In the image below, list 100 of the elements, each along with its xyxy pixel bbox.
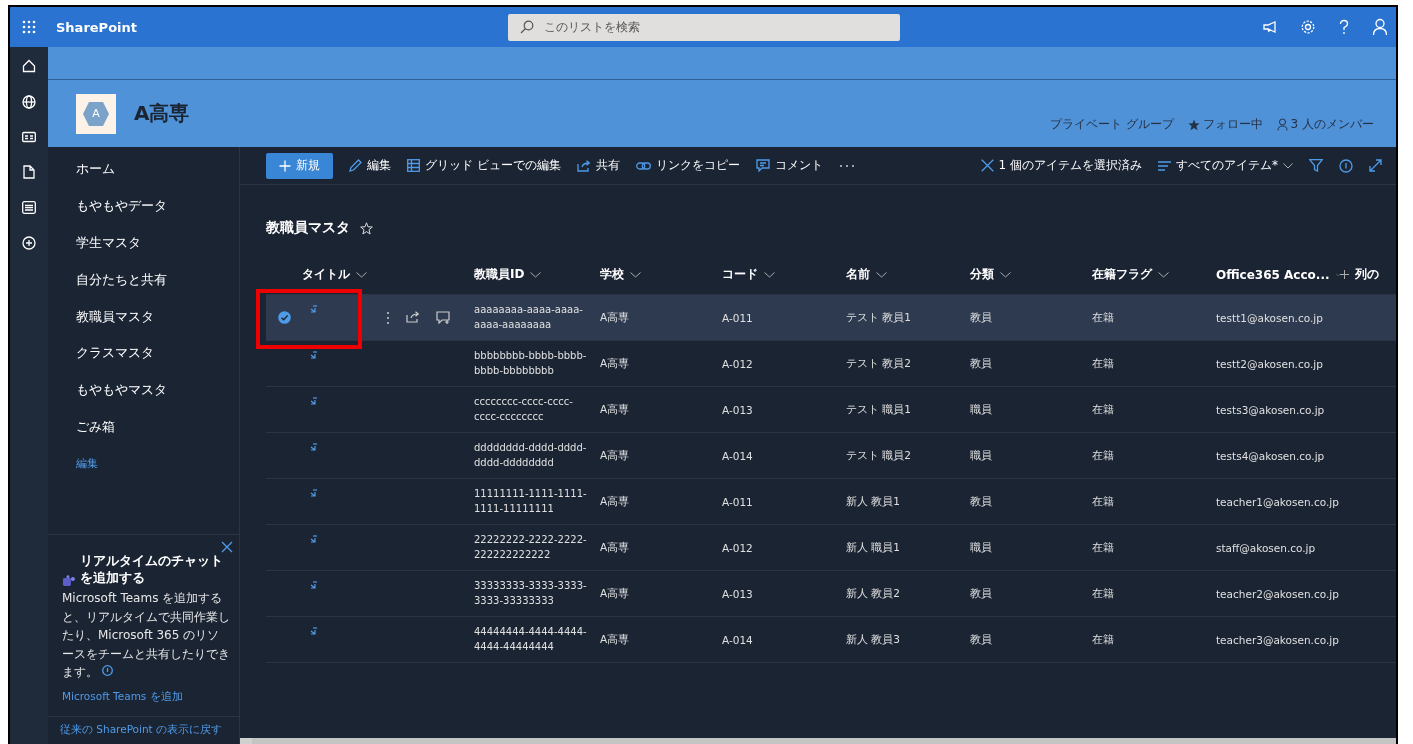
table-cell-text: テスト 教員1 <box>846 310 913 325</box>
table-cell-text: bbbbbbbb-bbbb-bbbb-bbbb-bbbbbbbb <box>474 349 588 378</box>
column-header[interactable]: 学校 <box>600 266 722 283</box>
nav-item[interactable]: 学生マスタ <box>76 224 239 262</box>
table-cell-text: 在籍 <box>1092 494 1115 509</box>
news-icon[interactable] <box>22 131 36 143</box>
column-header[interactable]: コード <box>722 266 846 283</box>
table-row[interactable]: 22222222-2222-2222-222222222222 A高専 A-012 新人 職員1 職員 在籍 staff@akosen.co.jp <box>266 525 1396 571</box>
nav-item[interactable]: ごみ箱 <box>76 408 239 446</box>
members-link[interactable]: 3 人のメンバー <box>1290 116 1374 133</box>
arrow-icon <box>310 535 318 543</box>
table-row[interactable]: 11111111-1111-1111-1111-11111111 A高専 A-011 新人 教員1 教員 在籍 teacher1@akosen.co.jp <box>266 479 1396 525</box>
edit-link[interactable]: 編集 <box>76 445 239 482</box>
column-header[interactable]: タイトル <box>302 266 374 283</box>
table-row[interactable]: bbbbbbbb-bbbb-bbbb-bbbb-bbbbbbbb A高専 A-012 テスト 教員2 教員 在籍 testt2@akosen.co.jp <box>266 341 1396 387</box>
table-row[interactable]: aaaaaaaa-aaaa-aaaa-aaaa-aaaaaaaa A高専 A-011 テスト 教員1 教員 在籍 testt1@akosen.co.jp <box>266 295 1396 341</box>
table-cell-text: 職員 <box>970 402 993 417</box>
column-header[interactable]: 在籍フラグ <box>1092 266 1216 283</box>
app-name[interactable]: SharePoint <box>56 19 508 35</box>
teams-icon <box>62 575 76 588</box>
arrow-icon <box>310 351 318 359</box>
globe-icon[interactable] <box>22 95 36 109</box>
table-row[interactable]: 44444444-4444-4444-4444-44444444 A高専 A-014 新人 教員3 教員 在籍 teacher3@akosen.co.jp <box>266 617 1396 663</box>
hexagon-icon <box>82 99 110 128</box>
nav-item[interactable]: クラスマスタ <box>76 335 239 372</box>
edit-button[interactable]: 編集 <box>349 157 391 174</box>
table-cell-text: cccccccc-cccc-cccc-cccc-cccccccc <box>474 395 574 424</box>
share-icon[interactable] <box>406 310 420 323</box>
table-cell-text: A高専 <box>600 356 631 371</box>
app-launcher-icon[interactable] <box>22 20 36 34</box>
expand-icon[interactable] <box>1369 159 1382 172</box>
table-cell-text: 在籍 <box>1092 448 1115 463</box>
comment-button[interactable]: コメント <box>755 157 823 174</box>
table-cell-text: A高専 <box>600 540 631 555</box>
clear-selection-button[interactable]: 1 個のアイテムを選択済み <box>980 157 1142 174</box>
home-icon[interactable] <box>22 59 36 73</box>
add-teams-link[interactable]: Microsoft Teams を追加 <box>62 690 231 704</box>
privacy-label: プライベート グループ <box>1049 116 1174 133</box>
table-cell-text: A-014 <box>722 633 754 646</box>
filter-icon[interactable] <box>1309 159 1323 172</box>
arrow-icon <box>310 397 318 405</box>
table-cell-text: 在籍 <box>1092 402 1115 417</box>
help-icon[interactable] <box>1338 19 1350 35</box>
table-cell-text: 新人 教員2 <box>846 586 902 601</box>
nav-item[interactable]: 教職員マスタ <box>76 298 239 335</box>
card-description: Microsoft Teams を追加すると、リアルタイムで共同作業したり、Microsoft 365 のリソースをチームと共有したりできます。 <box>62 590 231 682</box>
view-selector[interactable]: すべてのアイテム* <box>1158 157 1293 174</box>
share-button[interactable]: 共有 <box>576 157 620 174</box>
nav-item[interactable]: 自分たちと共有 <box>76 261 239 299</box>
checkmark-circle-icon[interactable] <box>277 311 291 324</box>
table-cell-text: 在籍 <box>1092 586 1115 601</box>
table-cell-text: 新人 教員1 <box>846 494 902 509</box>
list-title: 教職員マスタ <box>266 219 350 237</box>
column-header[interactable]: 教職員ID <box>474 266 600 283</box>
table-cell-text: 在籍 <box>1092 632 1115 647</box>
arrow-icon <box>310 627 318 635</box>
add-icon[interactable] <box>22 236 36 250</box>
star-icon[interactable] <box>1187 118 1200 131</box>
plus-icon <box>279 159 291 172</box>
classic-view-link[interactable]: 従来の SharePoint の表示に戻す <box>48 716 239 744</box>
person-icon[interactable] <box>1372 18 1388 36</box>
add-column-button[interactable]: 列の <box>1340 266 1392 283</box>
nav-item[interactable]: もやもやマスタ <box>76 371 239 409</box>
megaphone-icon[interactable] <box>1262 20 1278 34</box>
star-icon[interactable] <box>360 221 373 235</box>
table-cell-text: テスト 教員2 <box>846 356 913 371</box>
column-header[interactable]: 分類 <box>970 266 1092 283</box>
nav-item[interactable]: もやもやデータ <box>76 187 239 225</box>
grid-edit-button[interactable]: グリッド ビューでの編集 <box>407 157 561 174</box>
table-cell-text: 教員 <box>970 494 993 509</box>
list-icon[interactable] <box>22 201 36 214</box>
table-cell-text: A-013 <box>722 587 754 600</box>
table-cell: teacher3@akosen.co.jp <box>1216 633 1340 646</box>
person-icon <box>1276 118 1288 131</box>
table-row[interactable]: 33333333-3333-3333-3333-33333333 A高専 A-013 新人 教員2 教員 在籍 teacher2@akosen.co.jp <box>266 571 1396 617</box>
close-icon[interactable] <box>221 541 233 554</box>
more-icon[interactable] <box>838 163 855 168</box>
table-cell-text: A高専 <box>600 402 631 417</box>
document-icon[interactable] <box>23 165 35 179</box>
table-cell-text: 教員 <box>970 356 993 371</box>
arrow-icon <box>310 305 318 313</box>
table-cell-text: テスト 職員2 <box>846 448 913 463</box>
new-button[interactable]: 新規 <box>266 152 333 179</box>
nav-item[interactable]: ホーム <box>76 151 239 188</box>
table-row[interactable]: cccccccc-cccc-cccc-cccc-cccccccc A高専 A-013 テスト 職員1 職員 在籍 tests3@akosen.co.jp <box>266 387 1396 433</box>
info-icon[interactable] <box>1339 158 1353 173</box>
table-cell-text: staff@akosen.co.jp <box>1216 541 1317 554</box>
more-icon[interactable] <box>386 310 390 325</box>
follow-link[interactable]: フォロー中 <box>1202 116 1263 133</box>
column-header[interactable]: Office365 Acco... <box>1216 267 1340 282</box>
table-cell-text: 22222222-2222-2222-222222222222 <box>474 533 588 562</box>
comment-icon[interactable] <box>436 310 451 324</box>
table-cell-text: A高専 <box>600 632 631 647</box>
copy-link-button[interactable]: リンクをコピー <box>635 157 740 174</box>
settings-icon[interactable] <box>1300 19 1316 35</box>
link-icon <box>635 160 651 171</box>
table-cell-text: 教員 <box>970 632 993 647</box>
column-header[interactable]: 名前 <box>846 266 970 283</box>
table-row[interactable]: dddddddd-dddd-dddd-dddd-dddddddd A高専 A-014 テスト 職員2 職員 在籍 tests4@akosen.co.jp <box>266 433 1396 479</box>
table-cell-text: tests3@akosen.co.jp <box>1216 403 1326 416</box>
